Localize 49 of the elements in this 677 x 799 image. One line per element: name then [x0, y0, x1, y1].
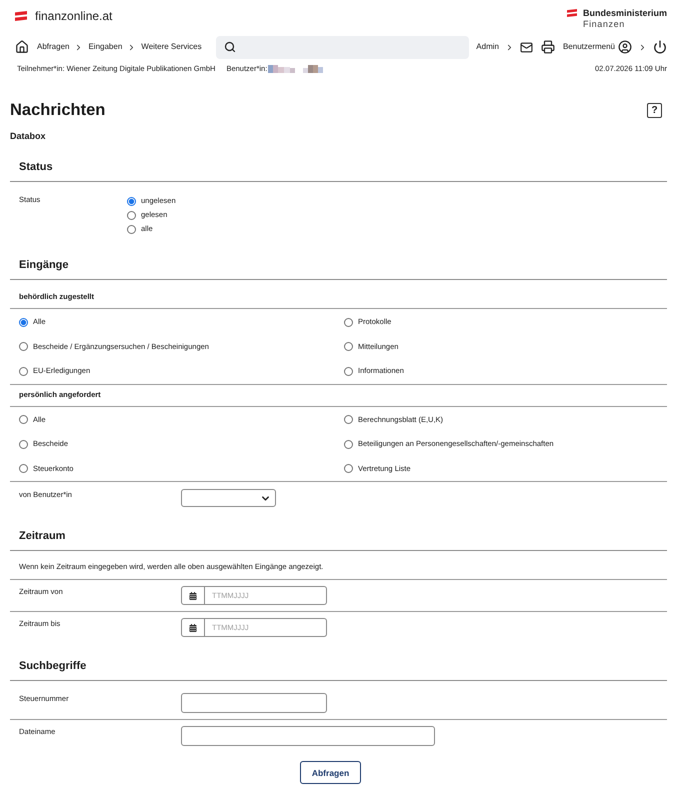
ministry-name: Bundesministerium — [582, 7, 667, 19]
radio-button[interactable] — [19, 366, 28, 376]
text-input[interactable] — [181, 693, 327, 713]
radio-button[interactable] — [344, 366, 353, 376]
section-heading: Eingänge — [19, 258, 69, 273]
search-icon — [224, 41, 236, 53]
ministry-name: Finanzen — [582, 19, 625, 30]
page-subtitle: Databox — [10, 131, 46, 142]
radio-button[interactable] — [127, 196, 136, 206]
text-input[interactable] — [181, 726, 435, 746]
radio-button[interactable] — [19, 318, 28, 327]
radio-button[interactable] — [127, 210, 136, 220]
section-heading: Suchbegriffe — [19, 659, 86, 674]
radio-button[interactable] — [19, 464, 28, 474]
radio-button[interactable] — [19, 440, 28, 449]
radio-button[interactable] — [344, 415, 353, 424]
home-icon[interactable] — [15, 40, 29, 54]
calendar-button[interactable] — [181, 618, 205, 637]
nav-link[interactable]: Eingaben — [88, 42, 122, 52]
nav-link[interactable]: Abfragen — [37, 42, 70, 52]
radio-button[interactable] — [344, 464, 353, 474]
printer-icon[interactable] — [540, 40, 555, 54]
stripes-icon — [15, 11, 27, 21]
power-icon[interactable] — [653, 40, 667, 54]
submit-button[interactable]: Abfragen — [300, 761, 362, 784]
flag-icon — [566, 9, 577, 17]
page-title: Nachrichten — [10, 100, 106, 121]
section-heading: Zeitraum — [19, 529, 66, 544]
calendar-button[interactable] — [181, 586, 205, 605]
search-field[interactable] — [216, 36, 470, 58]
mail-icon[interactable] — [520, 40, 533, 54]
help-button[interactable]: ? — [647, 103, 662, 118]
section-heading: Status — [19, 160, 53, 175]
chevron-right-icon — [638, 42, 647, 52]
calendar-icon — [189, 624, 197, 632]
radio-button[interactable] — [19, 415, 28, 424]
radio-button[interactable] — [344, 342, 353, 352]
site-name: finanzonline.at — [35, 9, 112, 23]
nav-link[interactable]: Weitere Services — [141, 42, 202, 52]
user-select[interactable] — [181, 489, 276, 507]
radio-button[interactable] — [127, 224, 136, 234]
radio-button[interactable] — [344, 440, 353, 449]
radio-button[interactable] — [19, 342, 28, 352]
user-menu-link[interactable]: Benutzermenü — [562, 42, 615, 52]
user-icon[interactable] — [618, 40, 632, 54]
pixelated-block — [268, 64, 324, 72]
radio-button[interactable] — [344, 318, 353, 327]
admin-link[interactable]: Admin — [476, 42, 499, 52]
calendar-icon — [189, 592, 197, 600]
